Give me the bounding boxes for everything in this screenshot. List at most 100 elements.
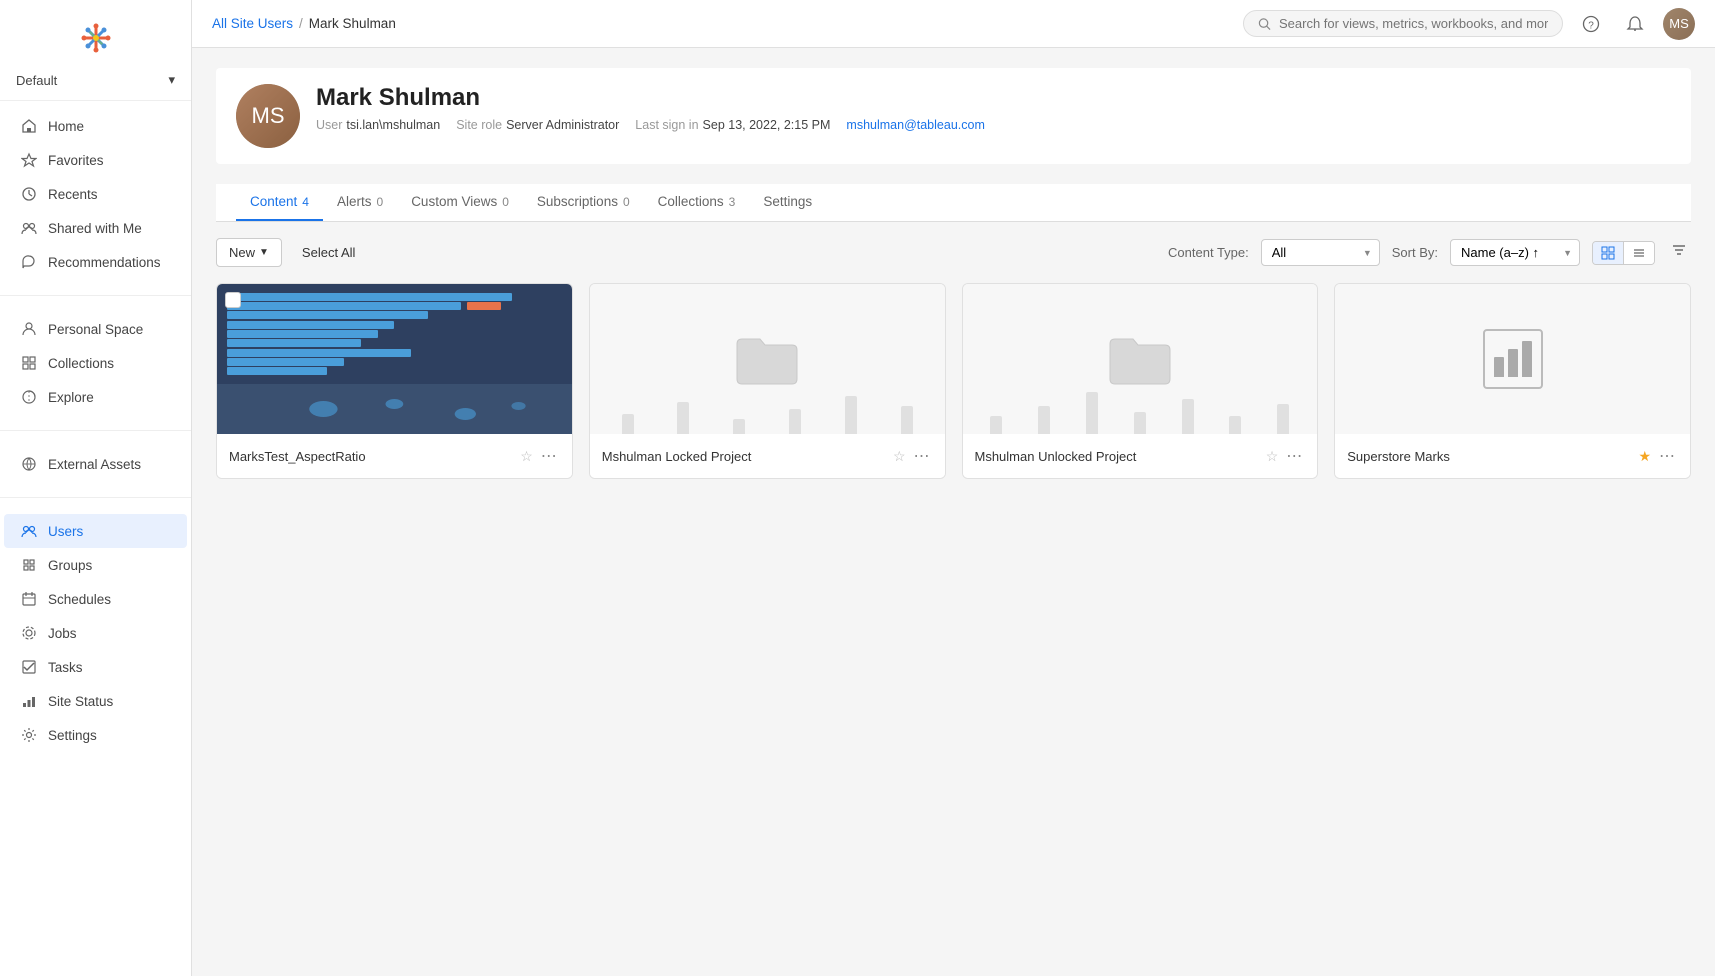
- sidebar-item-recents[interactable]: Recents: [4, 177, 187, 211]
- sidebar-item-collections[interactable]: Collections: [4, 346, 187, 380]
- clock-icon: [20, 185, 38, 203]
- card-thumb-superstore-marks: [1335, 284, 1690, 434]
- avatar-image: MS: [1663, 8, 1695, 40]
- card-star-mshulman-unlocked[interactable]: ☆: [1264, 446, 1281, 467]
- explore-icon: [20, 388, 38, 406]
- users-icon: [20, 522, 38, 540]
- filter-button[interactable]: [1667, 238, 1691, 267]
- card-actions-mshulman-unlocked: ☆ ⋯: [1264, 444, 1306, 468]
- card-more-marks-test[interactable]: ⋯: [539, 444, 560, 468]
- sidebar-space-section: Personal Space Collections Explore: [0, 304, 191, 422]
- new-dropdown-icon: ▼: [259, 247, 269, 258]
- sidebar-item-schedules-label: Schedules: [48, 592, 111, 607]
- tab-subscriptions-count: 0: [623, 195, 630, 209]
- card-mshulman-unlocked[interactable]: Mshulman Unlocked Project ☆ ⋯: [962, 283, 1319, 479]
- tasks-icon: [20, 658, 38, 676]
- card-star-mshulman-locked[interactable]: ☆: [891, 446, 908, 467]
- sidebar-item-external-assets-label: External Assets: [48, 457, 141, 472]
- card-name-marks-test: MarksTest_AspectRatio: [229, 449, 518, 464]
- sidebar-item-personal-space[interactable]: Personal Space: [4, 312, 187, 346]
- content-type-select[interactable]: All Workbooks Views Data Sources Flows: [1261, 239, 1380, 266]
- card-more-mshulman-locked[interactable]: ⋯: [912, 444, 933, 468]
- list-icon: [1632, 246, 1646, 260]
- notifications-button[interactable]: [1619, 8, 1651, 40]
- sidebar-item-jobs-label: Jobs: [48, 626, 77, 641]
- recommendation-icon: [20, 253, 38, 271]
- tab-alerts[interactable]: Alerts 0: [323, 184, 397, 221]
- select-all-button[interactable]: Select All: [294, 241, 363, 264]
- svg-text:?: ?: [1588, 20, 1594, 31]
- folder-thumb-locked: [590, 284, 945, 434]
- groups-icon: [20, 556, 38, 574]
- tab-settings[interactable]: Settings: [749, 184, 826, 221]
- tab-content-count: 4: [302, 195, 309, 209]
- sidebar-item-jobs[interactable]: Jobs: [4, 616, 187, 650]
- sidebar-item-settings[interactable]: Settings: [4, 718, 187, 752]
- tab-custom-views[interactable]: Custom Views 0: [397, 184, 523, 221]
- breadcrumb-link-all-site-users[interactable]: All Site Users: [212, 16, 293, 31]
- sidebar-item-groups[interactable]: Groups: [4, 548, 187, 582]
- search-bar[interactable]: [1243, 10, 1563, 37]
- card-superstore-marks[interactable]: Superstore Marks ★ ⋯: [1334, 283, 1691, 479]
- sidebar-manage-section: Users Groups Schedules Jobs Tasks: [0, 506, 191, 760]
- card-marks-test[interactable]: MarksTest_AspectRatio ☆ ⋯: [216, 283, 573, 479]
- workbook-thumb-superstore: [1335, 284, 1690, 434]
- card-checkbox[interactable]: [225, 292, 241, 308]
- sidebar-item-tasks[interactable]: Tasks: [4, 650, 187, 684]
- sidebar-item-users[interactable]: Users: [4, 514, 187, 548]
- sort-select[interactable]: Name (a–z) ↑ Name (z–a) Owner Date Modif…: [1450, 239, 1580, 266]
- card-footer-marks-test: MarksTest_AspectRatio ☆ ⋯: [217, 434, 572, 478]
- profile-site-role: Server Administrator: [506, 118, 619, 132]
- tab-subscriptions[interactable]: Subscriptions 0: [523, 184, 644, 221]
- sidebar-item-favorites[interactable]: Favorites: [4, 143, 187, 177]
- breadcrumb-current: Mark Shulman: [309, 16, 396, 31]
- sidebar-item-favorites-label: Favorites: [48, 153, 104, 168]
- sidebar-item-explore[interactable]: Explore: [4, 380, 187, 414]
- tab-settings-label: Settings: [763, 194, 812, 209]
- sidebar-item-recommendations[interactable]: Recommendations: [4, 245, 187, 279]
- profile-avatar: MS: [236, 84, 300, 148]
- new-button[interactable]: New ▼: [216, 238, 282, 267]
- mini-chart-marks-test: [217, 284, 572, 434]
- star-icon: [20, 151, 38, 169]
- grid-view-button[interactable]: [1593, 242, 1624, 264]
- sidebar-item-shared[interactable]: Shared with Me: [4, 211, 187, 245]
- bell-icon: [1626, 15, 1644, 33]
- help-icon: ?: [1582, 15, 1600, 33]
- sidebar-item-schedules[interactable]: Schedules: [4, 582, 187, 616]
- profile-email[interactable]: mshulman@tableau.com: [846, 118, 984, 132]
- folder-bg-bars: [590, 374, 945, 434]
- sidebar-item-site-status[interactable]: Site Status: [4, 684, 187, 718]
- help-button[interactable]: ?: [1575, 8, 1607, 40]
- sidebar-admin-section: External Assets: [0, 439, 191, 489]
- card-star-marks-test[interactable]: ☆: [518, 446, 535, 467]
- sidebar-env-selector[interactable]: Default ▾: [0, 68, 191, 101]
- profile-signin-meta: Last sign in Sep 13, 2022, 2:15 PM: [635, 118, 830, 132]
- main-content: All Site Users / Mark Shulman ? MS MS: [192, 0, 1715, 976]
- content-type-selector-wrapper: All Workbooks Views Data Sources Flows: [1261, 239, 1380, 266]
- schedules-icon: [20, 590, 38, 608]
- tab-subscriptions-label: Subscriptions: [537, 194, 618, 209]
- cards-grid: MarksTest_AspectRatio ☆ ⋯: [216, 283, 1691, 479]
- sidebar-item-external-assets[interactable]: External Assets: [4, 447, 187, 481]
- tab-collections-count: 3: [729, 195, 736, 209]
- card-mshulman-locked[interactable]: Mshulman Locked Project ☆ ⋯: [589, 283, 946, 479]
- sidebar-item-recents-label: Recents: [48, 187, 98, 202]
- jobs-icon: [20, 624, 38, 642]
- search-input[interactable]: [1279, 16, 1548, 31]
- card-more-mshulman-unlocked[interactable]: ⋯: [1284, 444, 1305, 468]
- sidebar-item-home-label: Home: [48, 119, 84, 134]
- user-avatar[interactable]: MS: [1663, 8, 1695, 40]
- tab-collections[interactable]: Collections 3: [644, 184, 750, 221]
- sidebar-item-home[interactable]: Home: [4, 109, 187, 143]
- list-view-button[interactable]: [1624, 242, 1654, 264]
- sidebar-item-shared-label: Shared with Me: [48, 221, 142, 236]
- tab-custom-views-label: Custom Views: [411, 194, 497, 209]
- tab-content[interactable]: Content 4: [236, 184, 323, 221]
- card-footer-mshulman-locked: Mshulman Locked Project ☆ ⋯: [590, 434, 945, 478]
- toolbar-right: Content Type: All Workbooks Views Data S…: [1168, 238, 1691, 267]
- card-star-superstore[interactable]: ★: [1636, 446, 1653, 467]
- profile-role-meta: Site role Server Administrator: [456, 118, 619, 132]
- card-more-superstore[interactable]: ⋯: [1657, 444, 1678, 468]
- sidebar-item-site-status-label: Site Status: [48, 694, 113, 709]
